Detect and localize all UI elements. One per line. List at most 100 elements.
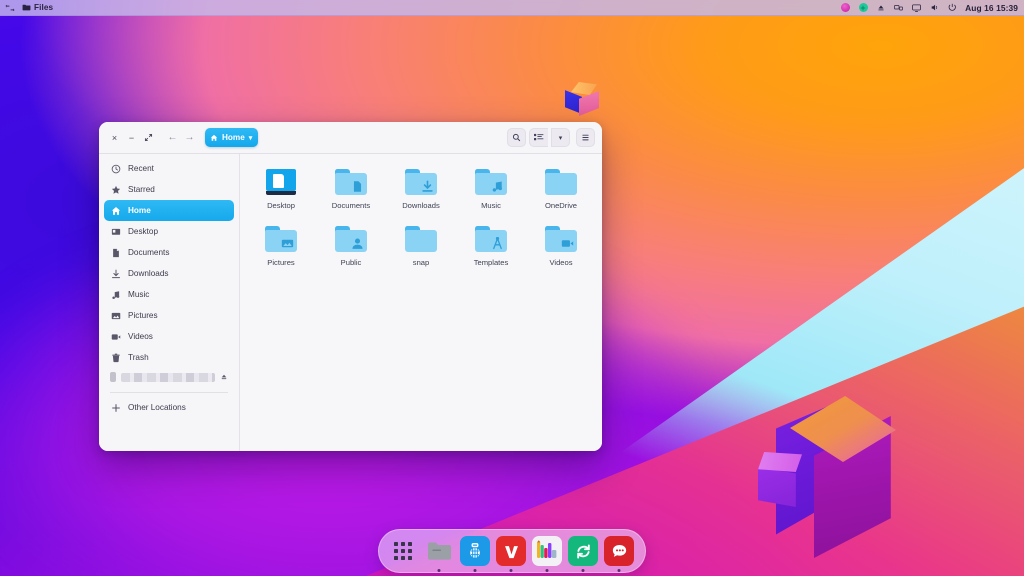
file-item-desktop[interactable]: Desktop [246, 163, 316, 213]
sidebar-label: Desktop [128, 227, 159, 236]
folder-icon [334, 224, 368, 254]
sidebar-label: Recent [128, 164, 154, 173]
folder-icon [474, 224, 508, 254]
file-label: Public [340, 257, 362, 267]
wallpaper-cube-tiny [565, 82, 599, 116]
sidebar-label: Trash [128, 353, 149, 362]
running-indicator [617, 569, 621, 572]
sidebar-label: Documents [128, 248, 170, 257]
display-settings-icon[interactable] [893, 4, 903, 12]
sidebar-item-videos[interactable]: Videos [104, 326, 234, 347]
topbar-app-entry[interactable]: Files [22, 3, 53, 12]
sidebar-item-starred[interactable]: Starred [104, 179, 234, 200]
folder-icon [404, 224, 438, 254]
grid-icon [394, 542, 412, 560]
folder-icon [544, 167, 578, 197]
running-indicator [581, 569, 585, 572]
maximize-button[interactable] [140, 129, 157, 146]
sidebar-item-documents[interactable]: Documents [104, 242, 234, 263]
close-button[interactable]: × [106, 129, 123, 146]
search-button[interactable] [507, 128, 526, 147]
file-item-videos[interactable]: Videos [526, 220, 596, 270]
home-icon [210, 134, 218, 142]
volume-icon[interactable] [930, 3, 939, 12]
back-button[interactable]: ← [164, 129, 181, 146]
power-icon[interactable] [948, 3, 957, 12]
sidebar-item-pictures[interactable]: Pictures [104, 305, 234, 326]
main-menu-button[interactable] [576, 128, 595, 147]
file-item-music[interactable]: Music [456, 163, 526, 213]
file-label: Desktop [267, 201, 295, 210]
monitor-icon[interactable] [911, 4, 921, 12]
drive-icon [110, 372, 116, 382]
sidebar-divider [110, 392, 228, 393]
dock-item-chat[interactable] [604, 536, 634, 572]
activities-icon[interactable] [5, 3, 15, 13]
dock-item-sync[interactable] [568, 536, 598, 572]
running-indicator [545, 569, 549, 572]
view-dropdown-button[interactable]: ▾ [551, 128, 570, 147]
eject-icon[interactable] [877, 4, 885, 12]
music-note-icon [491, 180, 504, 193]
dock-item-vivaldi[interactable] [496, 536, 526, 572]
sidebar-label: Other Locations [128, 403, 186, 412]
sidebar-item-music[interactable]: Music [104, 284, 234, 305]
folder-icon [334, 167, 368, 197]
eject-icon[interactable] [220, 373, 228, 381]
folder-icon [474, 167, 508, 197]
image-icon [111, 311, 121, 321]
desktop-folder-icon [264, 167, 298, 197]
dock-item-app-grid[interactable] [388, 536, 418, 566]
sidebar-item-recent[interactable]: Recent [104, 158, 234, 179]
desktop-icon [111, 227, 121, 237]
sidebar-item-home[interactable]: Home [104, 200, 234, 221]
dock-item-software[interactable] [460, 536, 490, 572]
running-indicator [473, 569, 477, 572]
file-item-snap[interactable]: snap [386, 220, 456, 270]
file-label: Pictures [267, 257, 295, 267]
file-item-templates[interactable]: Templates [456, 220, 526, 270]
file-item-pictures[interactable]: Pictures [246, 220, 316, 270]
forward-button[interactable]: → [181, 129, 198, 146]
folder-icon [427, 540, 452, 562]
sidebar-item-trash[interactable]: Trash [104, 347, 234, 368]
file-item-onedrive[interactable]: OneDrive [526, 163, 596, 213]
tray-indicator-teal[interactable] [858, 3, 868, 12]
document-icon [111, 248, 121, 258]
sidebar-label: Downloads [128, 269, 169, 278]
file-label: Downloads [402, 201, 440, 210]
dock-item-files[interactable] [424, 536, 454, 572]
sidebar-item-device[interactable] [104, 368, 234, 386]
dock [378, 529, 646, 573]
device-label-redacted [121, 372, 215, 382]
sidebar-label: Starred [128, 185, 155, 194]
sidebar-item-downloads[interactable]: Downloads [104, 263, 234, 284]
tray-indicator-magenta[interactable] [840, 3, 850, 12]
sidebar: Recent Starred Home Desktop Documents Do… [99, 154, 240, 451]
chevron-down-icon[interactable]: ▾ [249, 134, 253, 142]
file-grid-view: Desktop Documents Downloads Music OneDri… [240, 154, 602, 451]
minimize-button[interactable]: − [123, 129, 140, 146]
plus-icon [111, 403, 121, 413]
wallpaper-cube-small [758, 452, 808, 508]
breadcrumb-home[interactable]: Home ▾ [205, 128, 259, 147]
files-window: × − ← → Home ▾ ▾ Recent Starred Home Des… [99, 122, 602, 451]
sidebar-label: Videos [128, 332, 153, 341]
download-icon [111, 269, 121, 279]
clock[interactable]: Aug 16 15:39 [965, 3, 1018, 13]
template-icon [491, 236, 504, 250]
top-panel: Files Aug 16 15:39 [0, 0, 1024, 16]
sidebar-label: Pictures [128, 311, 158, 320]
clock-icon [111, 164, 121, 174]
breadcrumb-label: Home [222, 133, 245, 142]
sidebar-item-other-locations[interactable]: Other Locations [104, 397, 234, 418]
file-label: Templates [473, 257, 509, 267]
file-item-documents[interactable]: Documents [316, 163, 386, 213]
dock-item-color-picker[interactable] [532, 536, 562, 572]
file-label: Videos [549, 257, 573, 267]
image-icon [281, 237, 294, 250]
file-item-public[interactable]: Public [316, 220, 386, 270]
file-item-downloads[interactable]: Downloads [386, 163, 456, 213]
sidebar-item-desktop[interactable]: Desktop [104, 221, 234, 242]
view-mode-button[interactable] [529, 128, 548, 147]
